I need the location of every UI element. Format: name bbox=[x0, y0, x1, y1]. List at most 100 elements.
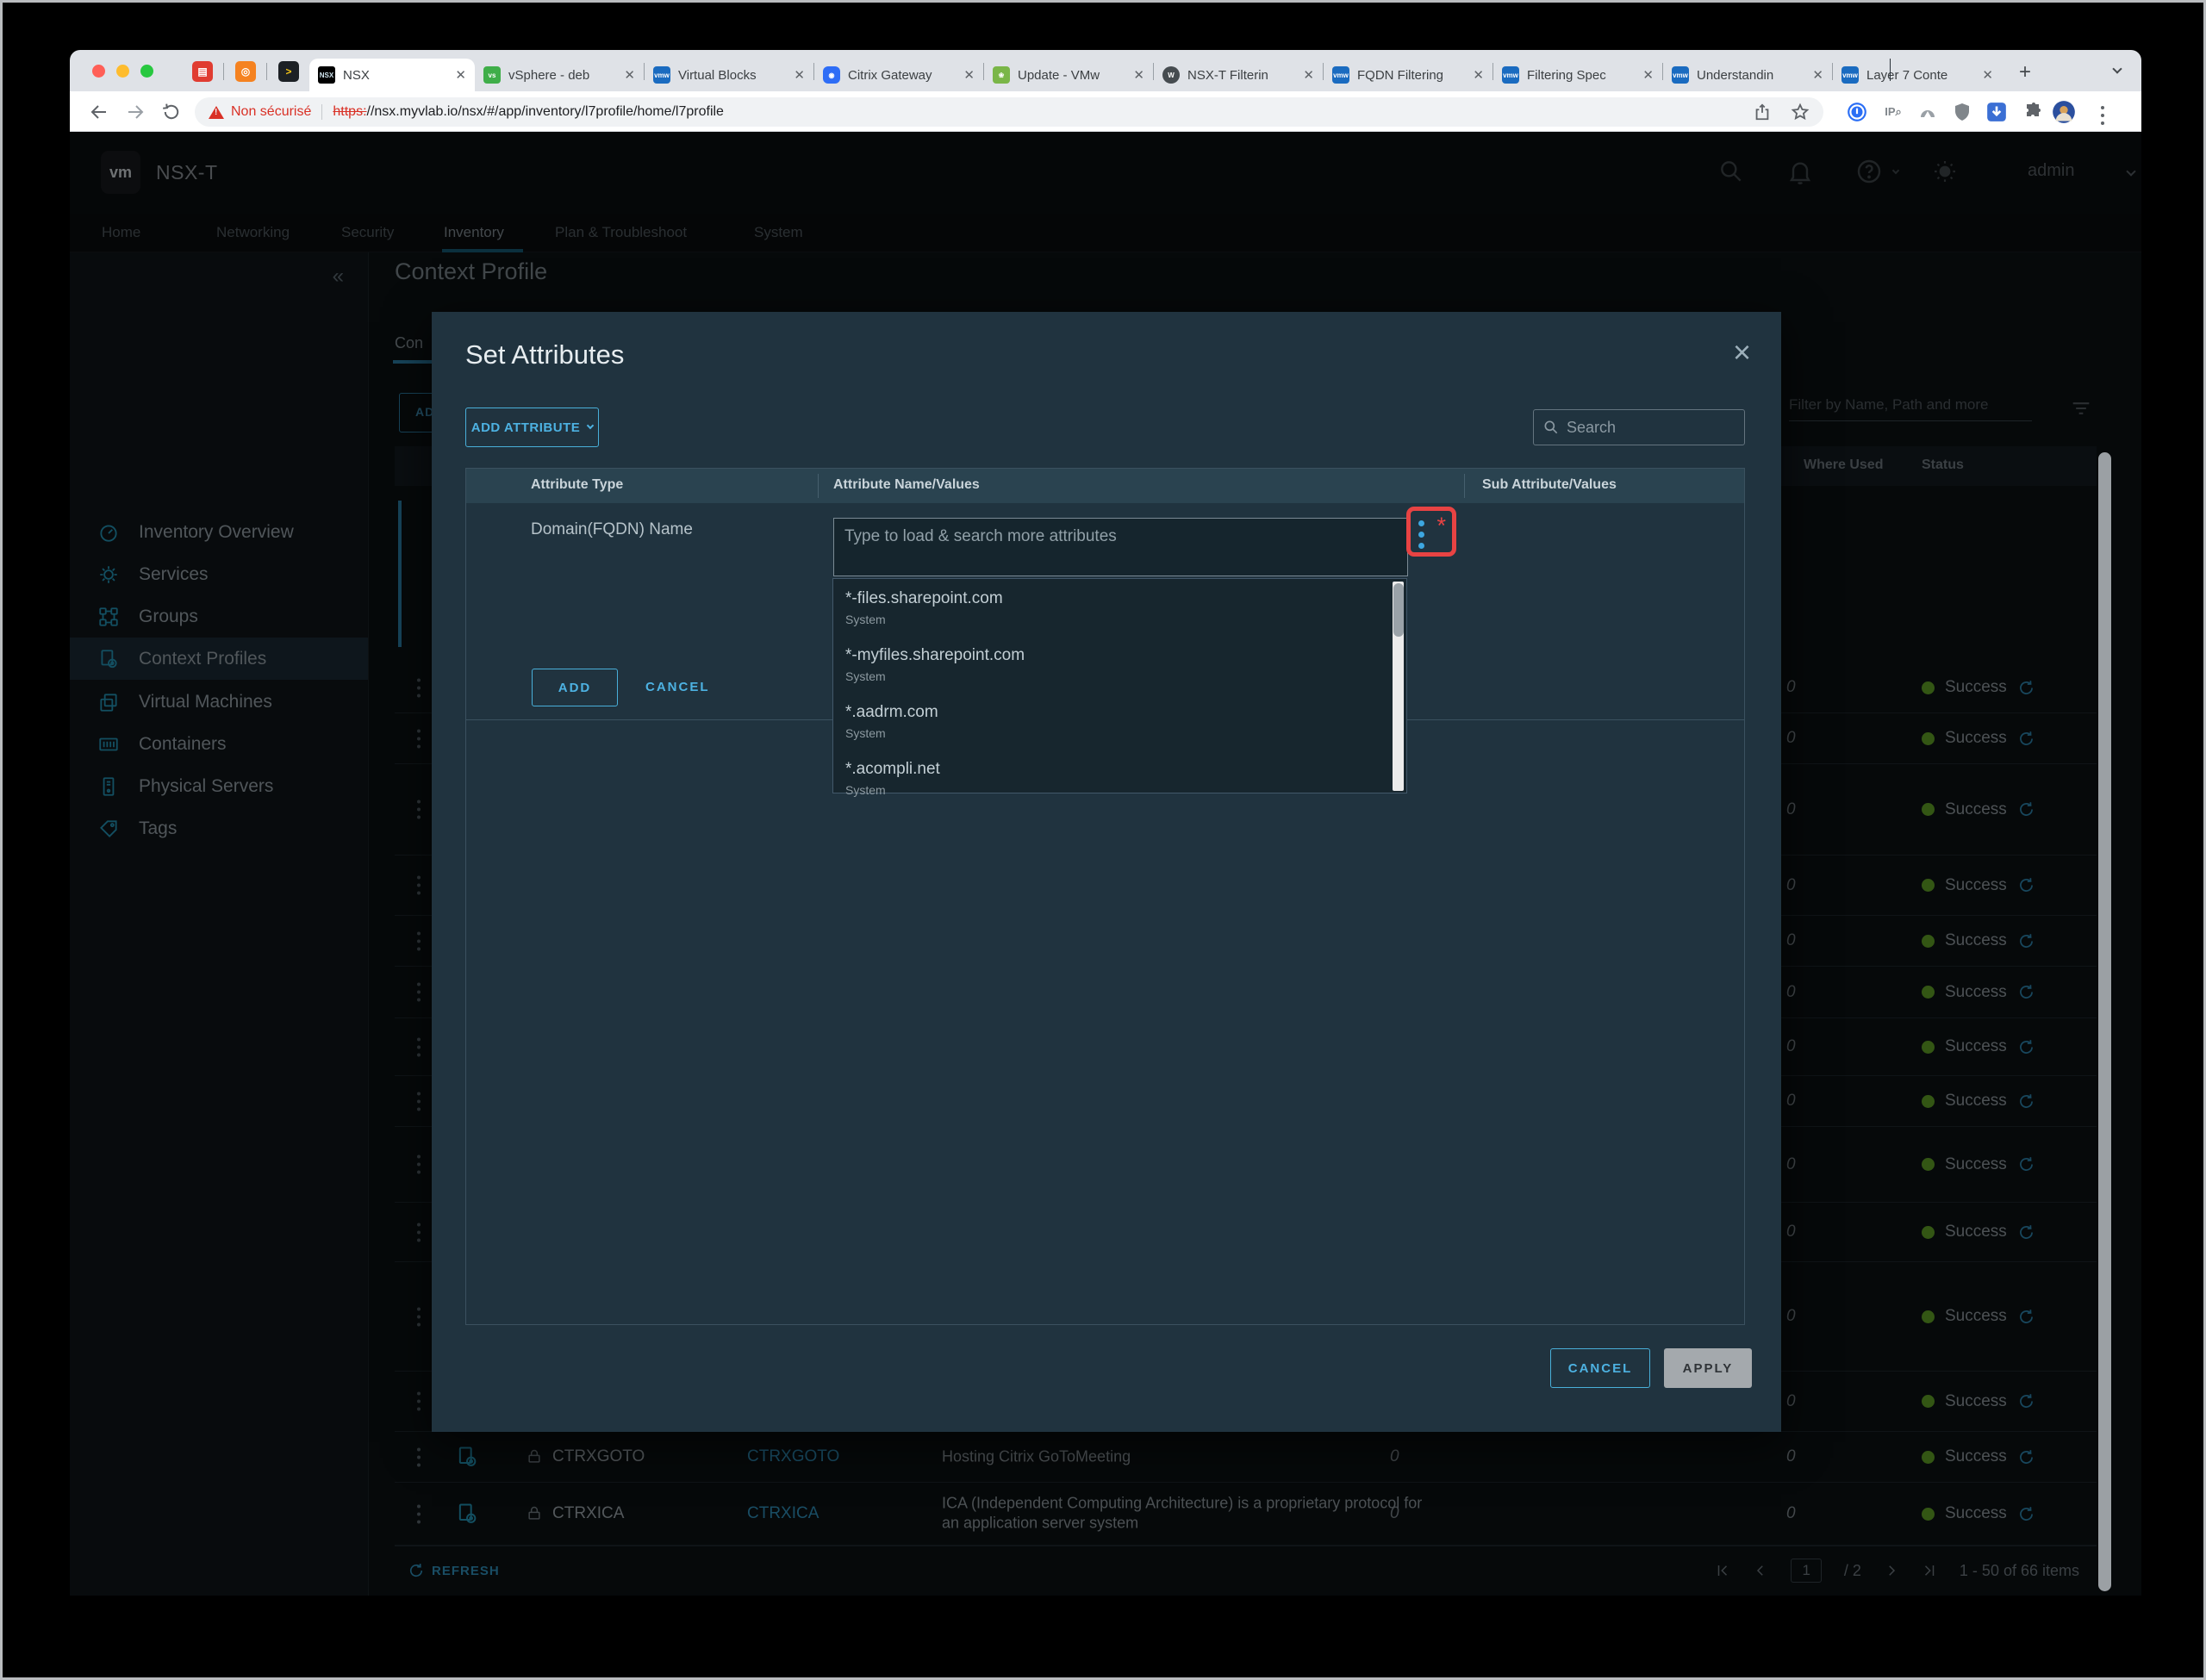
tab-close-icon[interactable]: ✕ bbox=[1812, 67, 1823, 83]
tab-understanding[interactable]: vmw Understandin ✕ bbox=[1663, 59, 1832, 91]
fqdn-suggestions-dropdown: *-files.sharepoint.com System *-myfiles.… bbox=[832, 578, 1407, 793]
tab-title: Update - VMw bbox=[1018, 68, 1126, 83]
suggestion-item[interactable]: *.acompli.net System bbox=[833, 750, 1389, 806]
search-icon bbox=[1542, 419, 1560, 436]
cancel-link[interactable]: CANCEL bbox=[645, 680, 710, 694]
browser-tab-strip: ▤ ◎ > NSX NSX ✕ vs vSphere - deb ✕ vmw V… bbox=[70, 50, 2141, 91]
extension-ip-lookup-icon[interactable]: IP⌕ bbox=[1881, 100, 1905, 124]
tab-virtual-blocks[interactable]: vmw Virtual Blocks ✕ bbox=[645, 59, 813, 91]
vsphere-favicon: vs bbox=[483, 66, 501, 84]
reload-icon[interactable] bbox=[161, 102, 182, 122]
dropdown-scrollbar-track[interactable] bbox=[1393, 582, 1404, 791]
suggestion-item[interactable]: *-files.sharepoint.com System bbox=[833, 579, 1389, 636]
add-attribute-button[interactable]: ADD ATTRIBUTE bbox=[465, 408, 599, 447]
tab-fqdn-filtering[interactable]: vmw FQDN Filtering ✕ bbox=[1324, 59, 1492, 91]
modal-cancel-button[interactable]: CANCEL bbox=[1550, 1348, 1650, 1388]
suggestion-source: System bbox=[845, 783, 1389, 797]
add-button[interactable]: ADD bbox=[532, 669, 618, 706]
url-text: //nsx.myvlab.io/nsx/#/app/inventory/l7pr… bbox=[367, 104, 724, 120]
insecure-warning-label: Non sécurisé bbox=[231, 104, 311, 120]
tab-title: NSX bbox=[343, 68, 448, 83]
tab-close-icon[interactable]: ✕ bbox=[1642, 67, 1654, 83]
tab-close-icon[interactable]: ✕ bbox=[1473, 67, 1484, 83]
search-input[interactable] bbox=[1567, 419, 1713, 437]
tab-close-icon[interactable]: ✕ bbox=[1303, 67, 1314, 83]
new-tab-button[interactable]: + bbox=[2019, 60, 2031, 84]
modal-title: Set Attributes bbox=[465, 339, 624, 370]
column-separator bbox=[1890, 59, 1891, 81]
tab-title: FQDN Filtering bbox=[1357, 68, 1466, 83]
profile-avatar[interactable] bbox=[2052, 100, 2076, 124]
macos-close-button[interactable] bbox=[92, 65, 105, 78]
tab-search-chevron-icon[interactable] bbox=[2112, 64, 2122, 73]
tab-nsx[interactable]: NSX NSX ✕ bbox=[309, 59, 475, 91]
modal-apply-button[interactable]: APPLY bbox=[1664, 1348, 1752, 1388]
pinned-tab-red-app-icon[interactable]: ▤ bbox=[192, 61, 213, 82]
attribute-search[interactable] bbox=[1533, 409, 1745, 445]
url-scheme: https: bbox=[333, 104, 366, 120]
wordpress-favicon: W bbox=[1162, 66, 1180, 84]
tab-close-icon[interactable]: ✕ bbox=[1982, 67, 1993, 83]
browser-menu-icon[interactable] bbox=[2091, 103, 2115, 128]
forward-icon[interactable] bbox=[125, 102, 146, 122]
tab-filtering-specs[interactable]: vmw Filtering Spec ✕ bbox=[1493, 59, 1662, 91]
suggestion-source: System bbox=[845, 726, 1389, 740]
tab-close-icon[interactable]: ✕ bbox=[624, 67, 635, 83]
tab-close-icon[interactable]: ✕ bbox=[1133, 67, 1144, 83]
citrix-favicon: ◉ bbox=[823, 66, 840, 84]
attribute-values-input[interactable] bbox=[834, 519, 1407, 576]
annotation-highlight-box: * bbox=[1406, 507, 1456, 557]
column-attribute-name-values: Attribute Name/Values bbox=[833, 477, 980, 493]
address-bar[interactable]: Non sécurisé https: //nsx.myvlab.io/nsx/… bbox=[195, 97, 1823, 127]
insecure-warning-icon bbox=[209, 106, 224, 119]
back-icon[interactable] bbox=[89, 102, 109, 122]
tab-layer7-context[interactable]: vmw Layer 7 Conte ✕ bbox=[1833, 59, 2002, 91]
vmware-favicon: vmw bbox=[653, 66, 670, 84]
tab-title: Layer 7 Conte bbox=[1866, 68, 1975, 83]
attribute-values-combobox[interactable] bbox=[833, 518, 1408, 576]
set-attributes-modal: Set Attributes × ADD ATTRIBUTE Attribute… bbox=[432, 312, 1781, 1432]
tab-citrix-gateway[interactable]: ◉ Citrix Gateway ✕ bbox=[814, 59, 983, 91]
suggestion-source: System bbox=[845, 669, 1389, 683]
suggestion-source: System bbox=[845, 613, 1389, 626]
share-icon[interactable] bbox=[1753, 103, 1772, 121]
tab-title: Virtual Blocks bbox=[678, 68, 787, 83]
browser-toolbar: Non sécurisé https: //nsx.myvlab.io/nsx/… bbox=[70, 91, 2141, 132]
pinned-tab-terminal-icon[interactable]: > bbox=[278, 61, 299, 82]
pinned-tab-orange-app-icon[interactable]: ◎ bbox=[235, 61, 256, 82]
update-favicon: ❀ bbox=[993, 66, 1010, 84]
tab-title: vSphere - deb bbox=[508, 68, 617, 83]
extension-shield-icon[interactable] bbox=[1950, 100, 1974, 124]
chevron-down-icon bbox=[587, 422, 594, 429]
modal-close-icon[interactable]: × bbox=[1733, 334, 1751, 370]
suggestion-name: *-files.sharepoint.com bbox=[845, 589, 1389, 608]
vmware-favicon: vmw bbox=[1502, 66, 1519, 84]
tab-nsxt-filtering[interactable]: W NSX-T Filterin ✕ bbox=[1154, 59, 1323, 91]
tab-close-icon[interactable]: ✕ bbox=[455, 67, 466, 83]
tab-title: Understandin bbox=[1697, 68, 1805, 83]
tab-vsphere[interactable]: vs vSphere - deb ✕ bbox=[475, 59, 644, 91]
tab-close-icon[interactable]: ✕ bbox=[963, 67, 975, 83]
column-separator bbox=[818, 474, 819, 498]
combobox-menu-icon[interactable] bbox=[1418, 518, 1424, 551]
tab-close-icon[interactable]: ✕ bbox=[794, 67, 805, 83]
extension-vpn-icon[interactable] bbox=[1916, 100, 1940, 124]
suggestion-item[interactable]: *.aadrm.com System bbox=[833, 693, 1389, 750]
extension-1password-icon[interactable] bbox=[1845, 100, 1869, 124]
address-separator bbox=[321, 104, 322, 120]
suggestion-item[interactable]: *-myfiles.sharepoint.com System bbox=[833, 636, 1389, 693]
macos-minimize-button[interactable] bbox=[116, 65, 129, 78]
tab-update-vmware[interactable]: ❀ Update - VMw ✕ bbox=[984, 59, 1153, 91]
bookmark-star-icon[interactable] bbox=[1791, 103, 1810, 121]
dropdown-scrollbar-thumb[interactable] bbox=[1393, 583, 1404, 637]
screenshot-root: ▤ ◎ > NSX NSX ✕ vs vSphere - deb ✕ vmw V… bbox=[0, 0, 2206, 1680]
nsx-favicon: NSX bbox=[318, 66, 335, 84]
attribute-type-value: Domain(FQDN) Name bbox=[531, 520, 693, 539]
macos-zoom-button[interactable] bbox=[140, 65, 153, 78]
extensions-puzzle-icon[interactable] bbox=[2022, 100, 2046, 124]
suggestion-name: *.acompli.net bbox=[845, 760, 1389, 779]
page-scrollbar[interactable] bbox=[2098, 452, 2111, 1591]
tab-title: Citrix Gateway bbox=[848, 68, 957, 83]
required-field-marker: * bbox=[1436, 513, 1446, 539]
extension-downloader-icon[interactable] bbox=[1985, 100, 2009, 124]
